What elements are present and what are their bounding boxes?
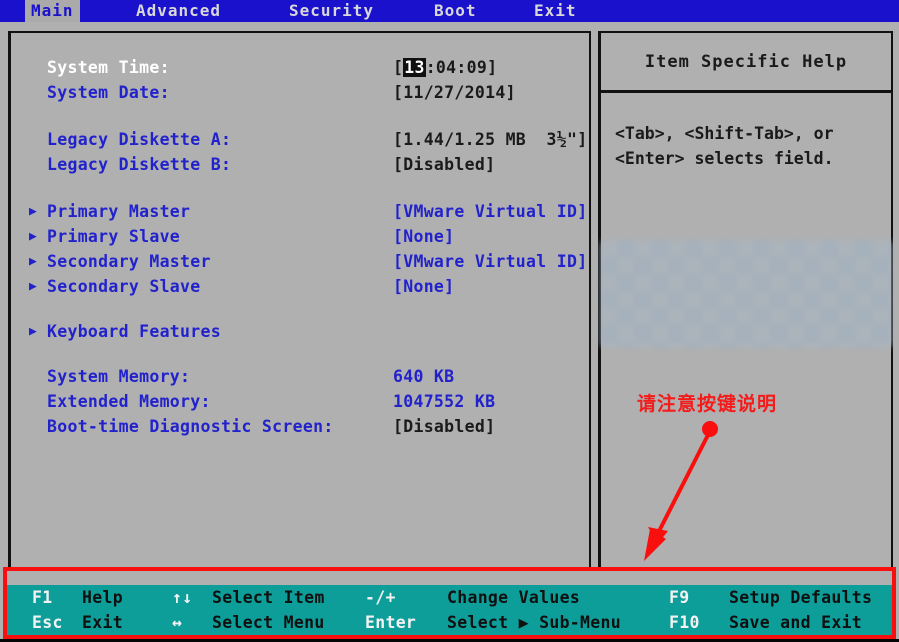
key-description: Exit xyxy=(82,610,123,635)
setting-row[interactable]: ▶ Secondary Master [VMware Virtual ID] xyxy=(11,249,589,274)
setting-label: System Time: xyxy=(47,58,170,77)
submenu-arrow-icon: ▶ xyxy=(29,199,37,224)
setting-value[interactable]: [None] xyxy=(393,277,454,296)
setting-value[interactable]: 1047552 KB xyxy=(393,392,495,411)
setting-label: System Memory: xyxy=(47,367,190,386)
key-name[interactable]: F1 xyxy=(32,585,52,610)
setting-row[interactable]: Legacy Diskette A: [1.44/1.25 MB 3½"] xyxy=(11,127,589,152)
key-name[interactable]: Enter xyxy=(365,610,416,635)
menu-bar: Main Advanced Security Boot Exit xyxy=(0,0,899,22)
key-name[interactable]: Esc xyxy=(32,610,63,635)
setting-label: Keyboard Features xyxy=(47,322,221,341)
censored-mosaic-block xyxy=(600,240,893,348)
setting-row[interactable]: ▶ Primary Master [VMware Virtual ID] xyxy=(11,199,589,224)
submenu-arrow-icon: ▶ xyxy=(29,319,37,344)
key-description: Change Values xyxy=(447,585,580,610)
setting-value[interactable]: [13:04:09] xyxy=(393,58,497,77)
setting-row[interactable]: Legacy Diskette B: [Disabled] xyxy=(11,152,589,177)
submenu-arrow-icon: ▶ xyxy=(29,224,37,249)
key-row-2: Esc Exit ↔ Select Menu Enter Select ▶ Sub-Men… xyxy=(7,610,892,635)
setting-value[interactable]: [None] xyxy=(393,227,454,246)
row-spacer xyxy=(11,177,589,199)
value-cursor-highlight: 13 xyxy=(403,58,425,77)
key-description: Select Item xyxy=(212,585,325,610)
settings-row-list: System Time: [13:04:09] System Date: [11/27… xyxy=(11,33,589,439)
setting-row[interactable]: ▶ Keyboard Features xyxy=(11,319,589,344)
setting-value[interactable]: [VMware Virtual ID] xyxy=(393,252,587,271)
row-spacer xyxy=(11,299,589,319)
menu-tab-security[interactable]: Security xyxy=(283,0,380,22)
key-description: Select Menu xyxy=(212,610,325,635)
setting-label: System Date: xyxy=(47,83,170,102)
help-panel-body: <Tab>, <Shift-Tab>, or <Enter> selects f… xyxy=(601,93,891,171)
key-name[interactable]: ↑↓ xyxy=(172,585,192,610)
function-key-bar-highlight: F1 Help ↑↓ Select Item -/+ Change Values F9 Set… xyxy=(3,567,896,639)
setting-label: Primary Master xyxy=(47,202,190,221)
setting-row[interactable]: System Time: [13:04:09] xyxy=(11,55,589,80)
setting-row[interactable]: Extended Memory: 1047552 KB xyxy=(11,389,589,414)
menu-tab-exit[interactable]: Exit xyxy=(528,0,583,22)
row-spacer xyxy=(11,105,589,127)
key-name[interactable]: F10 xyxy=(669,610,700,635)
setting-label: Primary Slave xyxy=(47,227,180,246)
setting-row[interactable]: System Date: [11/27/2014] xyxy=(11,80,589,105)
key-description: Help xyxy=(82,585,123,610)
setting-value[interactable]: 640 KB xyxy=(393,367,454,386)
setting-label: Legacy Diskette A: xyxy=(47,130,231,149)
help-line-1: <Tab>, <Shift-Tab>, or xyxy=(615,121,877,146)
setting-row[interactable]: System Memory: 640 KB xyxy=(11,364,589,389)
menu-tab-boot[interactable]: Boot xyxy=(428,0,483,22)
setting-label: Extended Memory: xyxy=(47,392,211,411)
setting-label: Legacy Diskette B: xyxy=(47,155,231,174)
menu-tab-advanced[interactable]: Advanced xyxy=(130,0,227,22)
setting-value[interactable]: [VMware Virtual ID] xyxy=(393,202,587,221)
key-name[interactable]: F9 xyxy=(669,585,689,610)
key-name[interactable]: -/+ xyxy=(365,585,396,610)
annotation-text: 请注意按键说明 xyxy=(637,389,777,416)
submenu-arrow-icon: ▶ xyxy=(29,249,37,274)
key-description: Save and Exit xyxy=(729,610,862,635)
function-key-bar: F1 Help ↑↓ Select Item -/+ Change Values F9 Set… xyxy=(7,585,892,635)
menu-tab-main[interactable]: Main xyxy=(25,0,80,22)
annotation-arrow-icon xyxy=(600,415,800,575)
main-settings-panel: System Time: [13:04:09] System Date: [11/27… xyxy=(8,31,591,570)
menu-underline xyxy=(0,22,899,29)
setting-value[interactable]: [1.44/1.25 MB 3½"] xyxy=(393,130,587,149)
key-description: Setup Defaults xyxy=(729,585,872,610)
key-row-1: F1 Help ↑↓ Select Item -/+ Change Values F9 Set… xyxy=(7,585,892,610)
bios-setup-screen: Main Advanced Security Boot Exit System Time… xyxy=(0,0,899,642)
setting-value[interactable]: [11/27/2014] xyxy=(393,83,516,102)
row-spacer xyxy=(11,344,589,364)
setting-label: Secondary Master xyxy=(47,252,211,271)
setting-row[interactable]: ▶ Secondary Slave [None] xyxy=(11,274,589,299)
setting-row[interactable]: Boot-time Diagnostic Screen: [Disabled] xyxy=(11,414,589,439)
setting-label: Boot-time Diagnostic Screen: xyxy=(47,417,334,436)
key-description: Select ▶ Sub-Menu xyxy=(447,610,621,635)
setting-value[interactable]: [Disabled] xyxy=(393,155,495,174)
help-line-2: <Enter> selects field. xyxy=(615,146,877,171)
submenu-arrow-icon: ▶ xyxy=(29,274,37,299)
help-panel-title: Item Specific Help xyxy=(601,33,891,93)
setting-label: Secondary Slave xyxy=(47,277,201,296)
setting-row[interactable]: ▶ Primary Slave [None] xyxy=(11,224,589,249)
setting-value[interactable]: [Disabled] xyxy=(393,417,495,436)
key-name[interactable]: ↔ xyxy=(172,610,182,635)
